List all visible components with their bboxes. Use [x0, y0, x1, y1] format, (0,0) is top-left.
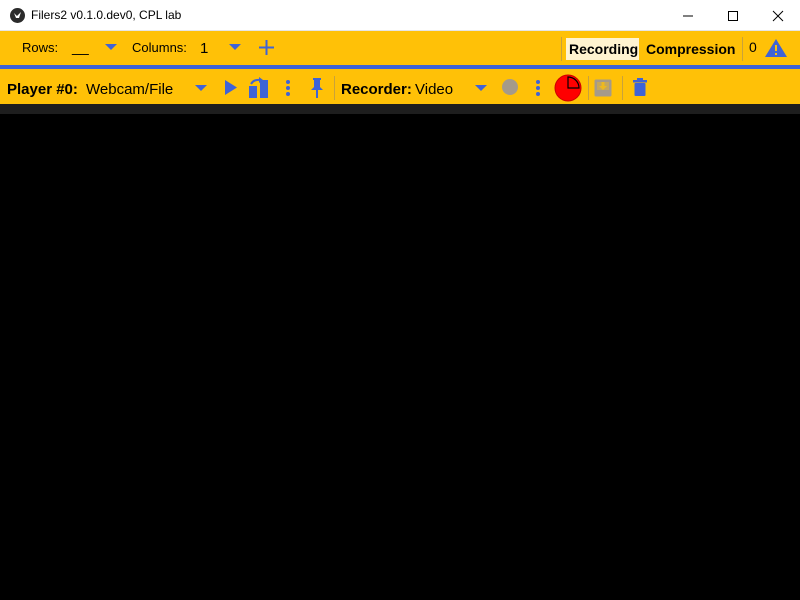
more-vert-icon[interactable]: [535, 80, 541, 96]
dropdown-arrow-icon[interactable]: [195, 85, 207, 92]
title-bar: Filers2 v0.1.0.dev0, CPL lab: [0, 0, 800, 31]
recorder-label: Recorder:: [341, 81, 412, 98]
more-vert-icon[interactable]: [285, 80, 291, 96]
divider: [588, 76, 589, 100]
recorder-type-select[interactable]: Video: [415, 81, 453, 98]
tab-recording-label: Recording: [569, 41, 639, 57]
rows-label: Rows:: [22, 40, 59, 55]
maximize-icon: [728, 11, 738, 21]
minimize-icon: [683, 15, 693, 17]
save-to-disk-icon[interactable]: [594, 79, 612, 97]
disk-usage-pie-icon: [554, 74, 582, 102]
play-icon[interactable]: [225, 80, 237, 95]
close-button[interactable]: [755, 0, 800, 31]
divider: [561, 37, 562, 61]
maximize-button[interactable]: [710, 0, 756, 31]
warning-icon[interactable]: [764, 38, 788, 58]
columns-label: Columns:: [132, 40, 187, 55]
player-source-select[interactable]: Webcam/File: [86, 81, 173, 98]
refresh-config-icon[interactable]: [248, 77, 270, 99]
tab-compression[interactable]: Compression: [646, 41, 735, 57]
close-icon: [772, 10, 784, 22]
window-title: Filers2 v0.1.0.dev0, CPL lab: [31, 8, 182, 22]
tab-recording[interactable]: Recording: [566, 38, 639, 60]
video-viewport[interactable]: [0, 114, 800, 600]
dropdown-arrow-icon[interactable]: [229, 44, 241, 51]
rows-value[interactable]: __: [72, 39, 89, 56]
plus-icon[interactable]: [259, 40, 274, 55]
columns-value[interactable]: 1: [200, 40, 208, 57]
divider: [742, 37, 743, 61]
viewport-header: [0, 104, 800, 114]
record-dot-icon[interactable]: [501, 78, 519, 96]
dropdown-arrow-icon[interactable]: [105, 44, 117, 51]
dropdown-arrow-icon[interactable]: [475, 85, 487, 92]
divider: [334, 76, 335, 100]
app-logo-icon: [10, 8, 25, 23]
player-label: Player #0:: [7, 81, 78, 98]
divider: [622, 76, 623, 100]
pin-icon[interactable]: [309, 78, 325, 98]
warnings-count: 0: [749, 39, 757, 55]
minimize-button[interactable]: [665, 0, 711, 31]
delete-icon[interactable]: [633, 78, 647, 96]
